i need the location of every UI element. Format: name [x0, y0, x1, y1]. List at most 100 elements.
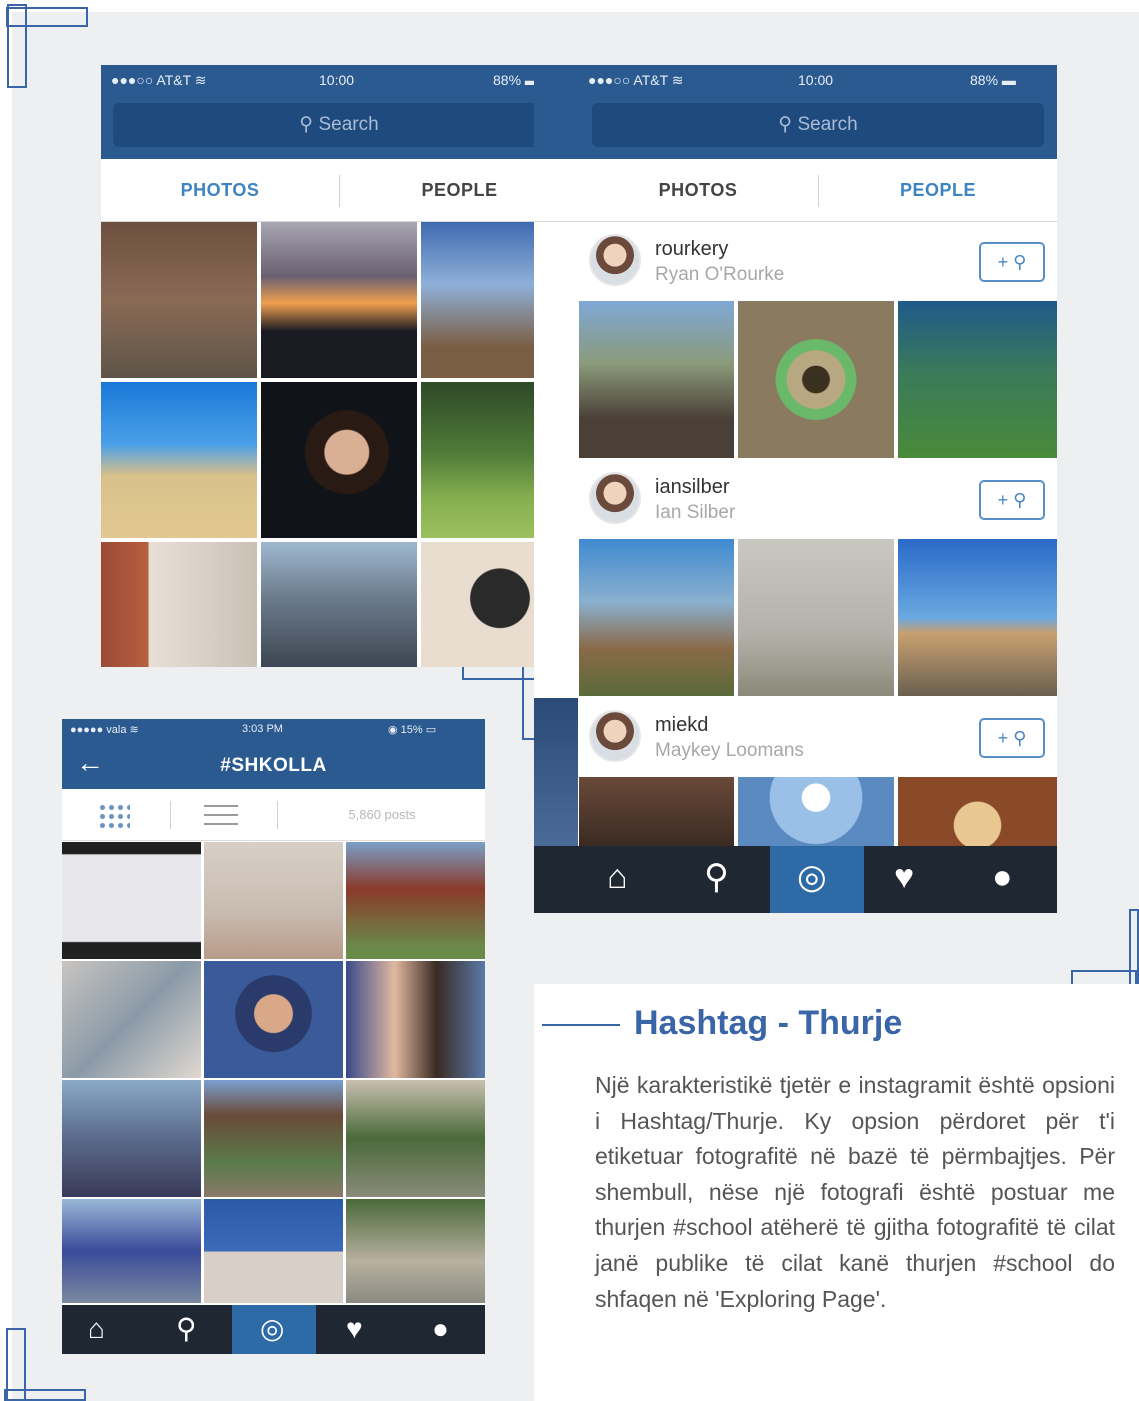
user-row-rourkery[interactable]: rourkery Ryan O'Rourke + ⚲: [579, 222, 1057, 300]
tab-bar: PHOTOS PEOPLE: [101, 159, 579, 222]
clock-label: 10:00: [319, 72, 355, 88]
follow-button[interactable]: + ⚲: [979, 480, 1045, 520]
search-icon: ⚲: [299, 114, 319, 135]
article-title: Hashtag - Thurje: [634, 1004, 903, 1042]
battery-label: 88% ▬: [970, 72, 1016, 88]
search-placeholder: Search: [318, 114, 379, 135]
photo-tile[interactable]: [261, 542, 417, 667]
view-toggle-bar: 5,860 posts: [62, 789, 485, 841]
tab-activity[interactable]: ♥: [866, 846, 960, 913]
tab-divider: [277, 801, 278, 829]
full-name: Ian Silber: [655, 502, 736, 523]
list-view-icon[interactable]: [204, 805, 238, 825]
photo-tile[interactable]: [62, 961, 201, 1078]
decor-frame-bottom-left-h: [4, 1389, 86, 1401]
photo-tile[interactable]: [898, 301, 1057, 458]
status-bar: ●●●○○ AT&T ≋ 10:00 88% ▬: [534, 65, 1057, 95]
photo-tile[interactable]: [898, 777, 1057, 846]
follow-button[interactable]: + ⚲: [979, 718, 1045, 758]
article-body: Një karakteristikë tjetër e instagramit …: [595, 1072, 1115, 1312]
avatar: [589, 234, 641, 286]
photo-tile[interactable]: [738, 301, 894, 458]
photo-tile[interactable]: [579, 777, 734, 846]
photo-tile[interactable]: [346, 961, 485, 1078]
search-bar[interactable]: ⚲ Search: [592, 103, 1044, 147]
photo-tile[interactable]: [62, 1199, 201, 1303]
username: rourkery: [655, 238, 729, 260]
tab-photos[interactable]: PHOTOS: [579, 159, 817, 222]
username: iansilber: [655, 476, 730, 498]
tab-people[interactable]: PEOPLE: [819, 159, 1057, 222]
photo-tile[interactable]: [101, 382, 257, 538]
photo-tile[interactable]: [346, 1199, 485, 1303]
bottom-tab-bar: ⌂ ⚲ ◎ ♥ ●: [62, 1305, 485, 1354]
search-bar[interactable]: ⚲ Search: [113, 103, 565, 147]
photo-tile[interactable]: [101, 542, 257, 667]
tab-divider: [170, 801, 171, 829]
tab-home[interactable]: ⌂: [584, 846, 674, 913]
grid-view-icon[interactable]: [98, 803, 130, 829]
avatar: [589, 710, 641, 762]
photo-tile[interactable]: [738, 539, 894, 696]
full-name: Ryan O'Rourke: [655, 264, 785, 285]
photo-tile[interactable]: [261, 382, 417, 538]
title-accent-line: [542, 1024, 620, 1026]
page-title: #SHKOLLA: [220, 755, 327, 776]
photo-tile[interactable]: [898, 539, 1057, 696]
photo-tile[interactable]: [62, 842, 201, 959]
photo-tile[interactable]: [738, 777, 894, 846]
profile-icon: ●: [992, 858, 1013, 896]
activity-icon: ♥: [894, 858, 915, 896]
search-icon: ⚲: [778, 114, 798, 135]
explore-photos-screen: ●●●○○ AT&T ≋ 10:00 88% ▬ ⚲ Search PHOTOS…: [101, 65, 579, 667]
carrier-label: ●●●○○ AT&T ≋: [111, 72, 207, 88]
tab-search[interactable]: ⚲: [676, 846, 768, 913]
tab-profile[interactable]: ●: [962, 846, 1057, 913]
search-icon: ⚲: [176, 1313, 197, 1344]
user-row-iansilber[interactable]: iansilber Ian Silber + ⚲: [579, 460, 1057, 538]
full-name: Maykey Loomans: [655, 740, 804, 761]
user-row-miekd[interactable]: miekd Maykey Loomans + ⚲: [579, 698, 1057, 776]
home-icon: ⌂: [88, 1313, 105, 1344]
tab-camera[interactable]: ◎: [232, 1305, 316, 1354]
photo-tile[interactable]: [534, 698, 578, 846]
username: miekd: [655, 714, 709, 736]
search-icon: ⚲: [704, 858, 729, 896]
home-icon: ⌂: [607, 858, 628, 896]
list-line: [204, 814, 238, 816]
search-placeholder: Search: [797, 114, 858, 135]
tab-bar: PHOTOS PEOPLE: [534, 159, 1057, 222]
photo-tile[interactable]: [204, 1199, 343, 1303]
carrier-label: ●●●●● vala ≋: [70, 724, 139, 736]
photo-tile[interactable]: [62, 1080, 201, 1197]
battery-label: ◉ 15% ▭: [388, 724, 437, 736]
avatar: [589, 472, 641, 524]
photo-tile[interactable]: [346, 1080, 485, 1197]
status-bar: ●●●●● vala ≋ 3:03 PM ◉ 15% ▭: [62, 719, 485, 739]
camera-icon: ◎: [797, 858, 827, 896]
clock-label: 3:03 PM: [242, 723, 283, 735]
tab-photos[interactable]: PHOTOS: [101, 159, 339, 222]
photo-tile[interactable]: [204, 842, 343, 959]
tab-profile[interactable]: ●: [402, 1305, 485, 1354]
camera-icon: ◎: [260, 1313, 285, 1344]
status-bar: ●●●○○ AT&T ≋ 10:00 88% ▬: [101, 65, 579, 95]
tab-activity[interactable]: ♥: [318, 1305, 402, 1354]
post-count: 5,860 posts: [348, 807, 416, 822]
follow-button[interactable]: + ⚲: [979, 242, 1045, 282]
carrier-label: ●●●○○ AT&T ≋: [588, 72, 684, 88]
photo-tile[interactable]: [204, 1080, 343, 1197]
tab-home[interactable]: ⌂: [62, 1305, 146, 1354]
tab-search[interactable]: ⚲: [148, 1305, 232, 1354]
tab-camera[interactable]: ◎: [770, 846, 864, 913]
photo-tile[interactable]: [579, 301, 734, 458]
hashtag-screen: ●●●●● vala ≋ 3:03 PM ◉ 15% ▭ ← #SHKOLLA …: [62, 719, 485, 1354]
photo-tile[interactable]: [204, 961, 343, 1078]
battery-label: 88% ▬: [493, 72, 539, 88]
photo-tile[interactable]: [579, 539, 734, 696]
photo-tile[interactable]: [261, 222, 417, 378]
photo-tile[interactable]: [346, 842, 485, 959]
photo-tile[interactable]: [101, 222, 257, 378]
activity-icon: ♥: [346, 1313, 363, 1344]
explore-people-screen: ●●●○○ AT&T ≋ 10:00 88% ▬ ⚲ Search PHOTOS…: [534, 65, 1057, 913]
